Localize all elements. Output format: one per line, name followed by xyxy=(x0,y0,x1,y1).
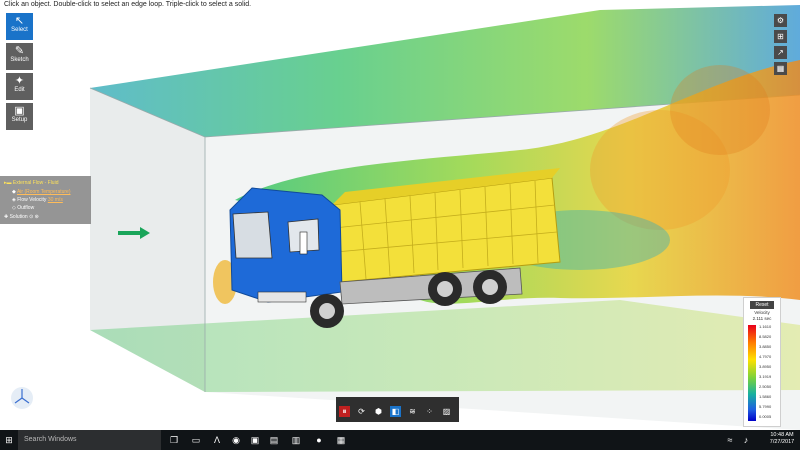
edit-brush-icon: ✦ xyxy=(14,75,25,87)
status-hint: Click an object. Double-click to select … xyxy=(4,1,252,8)
air-material-link[interactable]: Air (Room Temperature) xyxy=(17,189,71,195)
export-image-icon[interactable]: ▨ xyxy=(441,406,452,417)
legend-tick: 8.5820 xyxy=(759,334,772,339)
particles-icon[interactable]: ⁘ xyxy=(424,406,435,417)
grid-view-icon[interactable]: ▦ xyxy=(774,62,787,75)
autodesk-app-icon[interactable]: Λ xyxy=(211,434,223,446)
box-volume-icon[interactable]: ⬢ xyxy=(373,406,384,417)
legend-tick: 3.8950 xyxy=(759,364,772,369)
reset-button[interactable]: Reset xyxy=(750,301,774,309)
pause-icon[interactable]: ⏸ xyxy=(339,406,350,417)
cursor-arrow-icon: ↖ xyxy=(14,15,25,27)
playback-toolbar: ⏸ ⟳ ⬢ ◧ ≋ ⁘ ▨ xyxy=(336,397,459,422)
solution-label: Solution xyxy=(9,214,28,220)
structure-tree-icon[interactable]: ⊞ xyxy=(774,30,787,43)
chrome-icon[interactable]: ◉ xyxy=(230,434,242,446)
simulation-tree-panel: ▸▬ External Flow - Fluid ◆ Air (Room Tem… xyxy=(0,176,91,224)
tree-root-item[interactable]: ▸▬ External Flow - Fluid xyxy=(4,180,58,186)
volume-icon[interactable]: ♪ xyxy=(740,434,752,446)
pencil-icon: ✎ xyxy=(14,45,25,57)
tree-item-solution[interactable]: ✚ Solution ⊙ ⊛ xyxy=(4,214,39,220)
select-tool-label: Select xyxy=(11,27,28,33)
tree-root-label: External Flow - Fluid xyxy=(12,180,59,186)
taskbar-search-input[interactable]: Search Windows xyxy=(18,430,161,450)
legend-tick: 3.1919 xyxy=(759,374,772,379)
taskbar-clock[interactable]: 10:48 AM 7/27/2017 xyxy=(764,432,800,446)
after-effects-icon[interactable]: ▣ xyxy=(249,434,261,446)
windows-start-icon[interactable]: ⊞ xyxy=(3,434,15,446)
sketch-tool-button[interactable]: ✎ Sketch xyxy=(6,43,33,70)
setup-tool-button[interactable]: ▣ Setup xyxy=(6,103,33,130)
rotate-tool-icon[interactable]: ⟳ xyxy=(356,406,367,417)
setup-box-icon: ▣ xyxy=(14,105,25,117)
flow-velocity-label: Flow Velocity xyxy=(17,197,47,203)
legend-tick: 3.8850 xyxy=(759,344,772,349)
select-tool-button[interactable]: ↖ Select xyxy=(6,13,33,40)
legend-tick: 4.7970 xyxy=(759,354,772,359)
legend-tick: 5.7990 xyxy=(759,404,772,409)
clock-date: 7/27/2017 xyxy=(769,439,795,445)
tree-item-outflow[interactable]: ◇ Outflow xyxy=(12,205,34,211)
legend-color-bar xyxy=(748,325,756,421)
tree-item-flow-velocity[interactable]: ◈ Flow Velocity 30 m/s xyxy=(12,197,63,203)
legend-tick: 2.5050 xyxy=(759,384,772,389)
network-icon[interactable]: ≈ xyxy=(724,434,736,446)
outflow-label: Outflow xyxy=(17,205,35,211)
legend-tick: 1.5860 xyxy=(759,394,772,399)
axis-triad xyxy=(11,387,33,409)
clock-time: 10:48 AM xyxy=(770,432,794,438)
tree-item-air[interactable]: ◆ Air (Room Temperature) xyxy=(12,189,71,195)
legend-tick: 0.0005 xyxy=(759,414,772,419)
solver-status-icon[interactable]: ⊙ ⊛ xyxy=(29,214,39,220)
legend-tick: 1.1610 xyxy=(759,324,772,329)
pointer-mode-icon[interactable]: ↗ xyxy=(774,46,787,59)
sketch-tool-label: Sketch xyxy=(10,57,29,63)
photoshop-icon[interactable]: ▥ xyxy=(290,434,302,446)
edit-tool-button[interactable]: ✦ Edit xyxy=(6,73,33,100)
folder-icon[interactable]: ▤ xyxy=(268,434,280,446)
windows-taskbar: ⊞ Search Windows ❐ ▭ Λ ◉ ▣ ▤ ▥ ● ▦ ≈ ♪ 1… xyxy=(0,430,800,450)
legend-time: 2.111 sec xyxy=(752,316,772,321)
edit-tool-label: Edit xyxy=(14,87,25,93)
left-toolbar: ↖ Select ✎ Sketch ✦ Edit ▣ Setup xyxy=(6,13,33,133)
skype-icon[interactable]: ● xyxy=(313,434,325,446)
settings-gear-icon[interactable]: ⚙ xyxy=(774,14,787,27)
flow-simulation-scene[interactable] xyxy=(0,0,800,430)
slice-plane-icon[interactable]: ◧ xyxy=(390,406,401,417)
velocity-legend: Reset Velocity 2.111 sec 1.1610 8.5820 3… xyxy=(743,297,781,427)
app-icon[interactable]: ▦ xyxy=(335,434,347,446)
right-toolbar: ⚙ ⊞ ↗ ▦ xyxy=(774,14,788,78)
folder-icon: ▸▬ xyxy=(4,180,13,186)
legend-quantity: Velocity xyxy=(754,310,770,315)
flow-velocity-value[interactable]: 30 m/s xyxy=(48,197,63,203)
task-view-icon[interactable]: ❐ xyxy=(168,434,180,446)
file-explorer-icon[interactable]: ▭ xyxy=(190,434,202,446)
streamlines-icon[interactable]: ≋ xyxy=(407,406,418,417)
setup-tool-label: Setup xyxy=(11,117,28,123)
truck-windshield xyxy=(232,211,273,259)
3d-viewport[interactable] xyxy=(0,0,800,430)
